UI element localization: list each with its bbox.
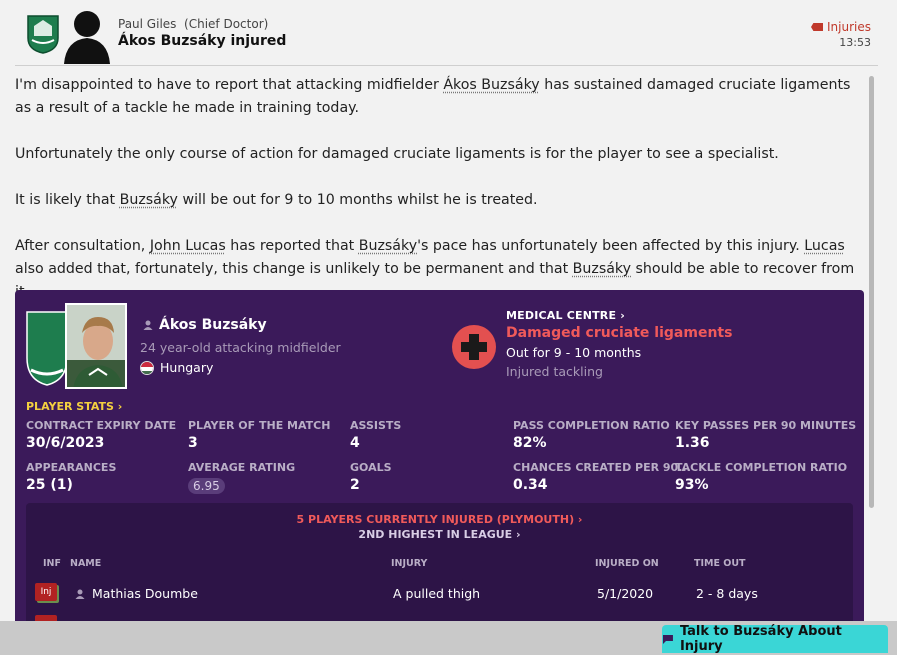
medical-cross-icon xyxy=(452,325,496,369)
stat-pass-completion: PASS COMPLETION RATIO 82% xyxy=(513,419,670,451)
stat-key-passes: KEY PASSES PER 90 MINUTES 1.36 xyxy=(675,419,857,451)
category-label[interactable]: Injuries xyxy=(811,20,871,34)
stat-contract-expiry: CONTRACT EXPIRY DATE 30/6/2023 xyxy=(26,419,177,451)
row-injured-on: 5/1/2020 xyxy=(597,586,654,601)
sender-line: Paul Giles (Chief Doctor) xyxy=(118,17,268,31)
staff-link[interactable]: Lucas xyxy=(804,238,845,254)
stat-average-rating: AVERAGE RATING 6.95 xyxy=(188,461,296,494)
stat-goals: GOALS 2 xyxy=(350,461,392,493)
injury-duration: Out for 9 - 10 months xyxy=(506,345,642,360)
row-player-name[interactable]: Mathias Doumbe xyxy=(92,586,198,601)
row-time-out: 2 - 8 days xyxy=(696,586,758,601)
player-link[interactable]: Buzsáky xyxy=(120,192,178,208)
player-photo[interactable] xyxy=(65,303,127,389)
person-icon xyxy=(75,589,85,599)
stat-tackle-completion: TACKLE COMPLETION RATIO 93% xyxy=(675,461,848,493)
stat-assists: ASSISTS 4 xyxy=(350,419,402,451)
stat-chances-created: CHANCES CREATED PER 90... 0.34 xyxy=(513,461,691,493)
player-portrait-icon xyxy=(67,305,125,387)
injury-name: Damaged cruciate ligaments xyxy=(506,325,733,341)
column-time-out[interactable]: TIME OUT xyxy=(694,558,746,569)
tag-icon xyxy=(811,23,823,31)
category-text: Injuries xyxy=(827,20,871,34)
row-injury: A pulled thigh xyxy=(393,586,481,601)
paragraph-2: Unfortunately the only course of action … xyxy=(15,146,779,162)
sender-name[interactable]: Paul Giles xyxy=(118,17,176,31)
injury-rank-link[interactable]: 2ND HIGHEST IN LEAGUE › xyxy=(26,528,853,541)
talk-button-label: Talk to Buzsáky About Injury xyxy=(679,624,842,654)
injured-count-link[interactable]: 5 PLAYERS CURRENTLY INJURED (PLYMOUTH) › xyxy=(26,513,853,526)
person-icon xyxy=(143,320,153,330)
player-link[interactable]: Buzsáky xyxy=(573,261,631,277)
injury-badge: Inj xyxy=(35,583,57,601)
player-nation[interactable]: Hungary xyxy=(140,360,213,375)
club-badge-icon[interactable] xyxy=(26,14,60,54)
header-divider xyxy=(15,65,878,66)
scrollbar-thumb[interactable] xyxy=(869,76,874,508)
stat-player-of-match: PLAYER OF THE MATCH 3 xyxy=(188,419,331,451)
nation-name: Hungary xyxy=(160,360,214,375)
sender-avatar-icon[interactable] xyxy=(64,6,110,64)
injury-list-panel: 5 PLAYERS CURRENTLY INJURED (PLYMOUTH) ›… xyxy=(26,503,853,630)
club-badge-icon[interactable] xyxy=(25,308,69,386)
paragraph-1: I'm disappointed to have to report that … xyxy=(15,77,851,116)
column-name[interactable]: NAME xyxy=(70,558,101,569)
hungary-flag-icon xyxy=(140,360,154,375)
medical-centre-link[interactable]: MEDICAL CENTRE › xyxy=(506,309,625,322)
paragraph-3: It is likely that Buzsáky will be out fo… xyxy=(15,192,538,208)
staff-link[interactable]: John Lucas xyxy=(150,238,226,254)
message-subject: Ákos Buzsáky injured xyxy=(118,33,287,49)
player-stats-link[interactable]: PLAYER STATS › xyxy=(26,400,122,413)
player-card: Ákos Buzsáky 24 year-old attacking midfi… xyxy=(15,290,864,630)
chat-bubble-icon xyxy=(662,635,673,644)
player-name-row: Ákos Buzsáky xyxy=(143,317,267,333)
player-description: 24 year-old attacking midfielder xyxy=(140,340,341,355)
sender-role: (Chief Doctor) xyxy=(184,17,269,31)
message-header: Paul Giles (Chief Doctor) Ákos Buzsáky i… xyxy=(0,0,897,66)
column-injured-on[interactable]: INJURED ON xyxy=(595,558,659,569)
player-link[interactable]: Ákos Buzsáky xyxy=(443,77,539,93)
player-link[interactable]: Buzsáky xyxy=(359,238,417,254)
player-name[interactable]: Ákos Buzsáky xyxy=(159,317,267,333)
talk-about-injury-button[interactable]: Talk to Buzsáky About Injury xyxy=(662,624,888,654)
column-inf[interactable]: INF xyxy=(43,558,61,569)
message-time: 13:53 xyxy=(839,36,871,49)
injury-reason: Injured tackling xyxy=(506,364,603,379)
column-injury[interactable]: INJURY xyxy=(391,558,427,569)
stat-appearances: APPEARANCES 25 (1) xyxy=(26,461,117,493)
rating-badge: 6.95 xyxy=(188,478,225,494)
